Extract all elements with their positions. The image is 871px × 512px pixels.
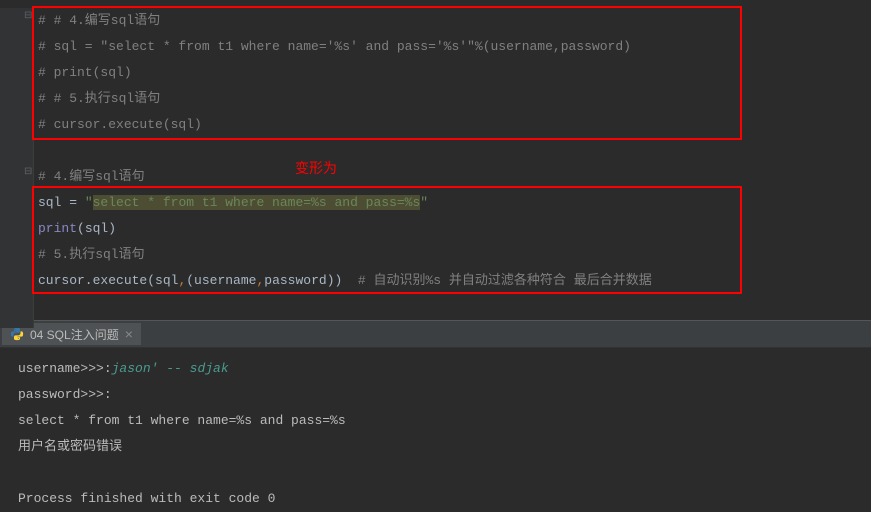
console-line [18, 460, 871, 486]
fold-icon[interactable]: ⊟ [24, 12, 34, 22]
output-text: select * from t1 where name=%s and pass=… [18, 413, 346, 428]
user-input: jason' -- sdjak [112, 361, 229, 376]
code-line: print(sql) [38, 216, 871, 242]
func-args: (sql) [77, 221, 116, 236]
console-line: select * from t1 where name=%s and pass=… [18, 408, 871, 434]
console-line: username>>>:jason' -- sdjak [18, 356, 871, 382]
code-line: # 4.编写sql语句 [38, 164, 871, 190]
code-line: sql = "select * from t1 where name=%s an… [38, 190, 871, 216]
close-icon[interactable]: × [125, 326, 133, 342]
comment-text: # # 4.编写sql语句 [38, 13, 160, 28]
string-quote: " [85, 195, 93, 210]
code-line: cursor.execute(sql,(username,password)) … [38, 268, 871, 294]
comment-text: # sql = [38, 39, 100, 54]
comment-text: # # 5.执行sql语句 [38, 91, 160, 106]
console-line: 用户名或密码错误 [18, 434, 871, 460]
func-name: print [38, 221, 77, 236]
exit-message: Process finished with exit code 0 [18, 491, 275, 506]
code-line: # # 5.执行sql语句 [38, 86, 871, 112]
code-line: # 5.执行sql语句 [38, 242, 871, 268]
code-text: cursor.execute(sql [38, 273, 178, 288]
comment-text: # 5.执行sql语句 [38, 247, 145, 262]
comment-text: # cursor.execute(sql) [38, 117, 202, 132]
python-icon [10, 327, 24, 341]
fold-icon[interactable]: ⊟ [24, 168, 34, 178]
string-highlight: select * from t1 where name=%s and pass=… [93, 195, 421, 210]
comment-text: # 自动识别%s 并自动过滤各种符合 最后合并数据 [342, 273, 651, 288]
code-line [38, 138, 871, 164]
output-text: 用户名或密码错误 [18, 439, 122, 454]
code-editor[interactable]: 变形为 ⊟ ⊟ # # 4.编写sql语句 # sql = "select * … [0, 0, 871, 320]
code-line: # print(sql) [38, 60, 871, 86]
console-line: Process finished with exit code 0 [18, 486, 871, 512]
code-line: # cursor.execute(sql) [38, 112, 871, 138]
code-text: password)) [264, 273, 342, 288]
code-line: # sql = "select * from t1 where name='%s… [38, 34, 871, 60]
comment-text: # print(sql) [38, 65, 132, 80]
tab-title: 04 SQL注入问题 [30, 326, 119, 343]
comment-text: "select * from t1 where name='%s' and pa… [100, 39, 474, 54]
console-line: password>>>: [18, 382, 871, 408]
code-text: (username [186, 273, 256, 288]
prompt-label: username>>>: [18, 361, 112, 376]
code-line: # # 4.编写sql语句 [38, 8, 871, 34]
comment-text: # 4.编写sql语句 [38, 169, 145, 184]
string-quote: " [420, 195, 428, 210]
console-tab-bar: 04 SQL注入问题 × [0, 320, 871, 348]
comment-text: %(username,password) [475, 39, 631, 54]
code-line [38, 294, 871, 320]
code-content: # # 4.编写sql语句 # sql = "select * from t1 … [38, 8, 871, 320]
code-var: sql = [38, 195, 85, 210]
console-output[interactable]: username>>>:jason' -- sdjak password>>>:… [0, 348, 871, 512]
prompt-label: password>>>: [18, 387, 112, 402]
